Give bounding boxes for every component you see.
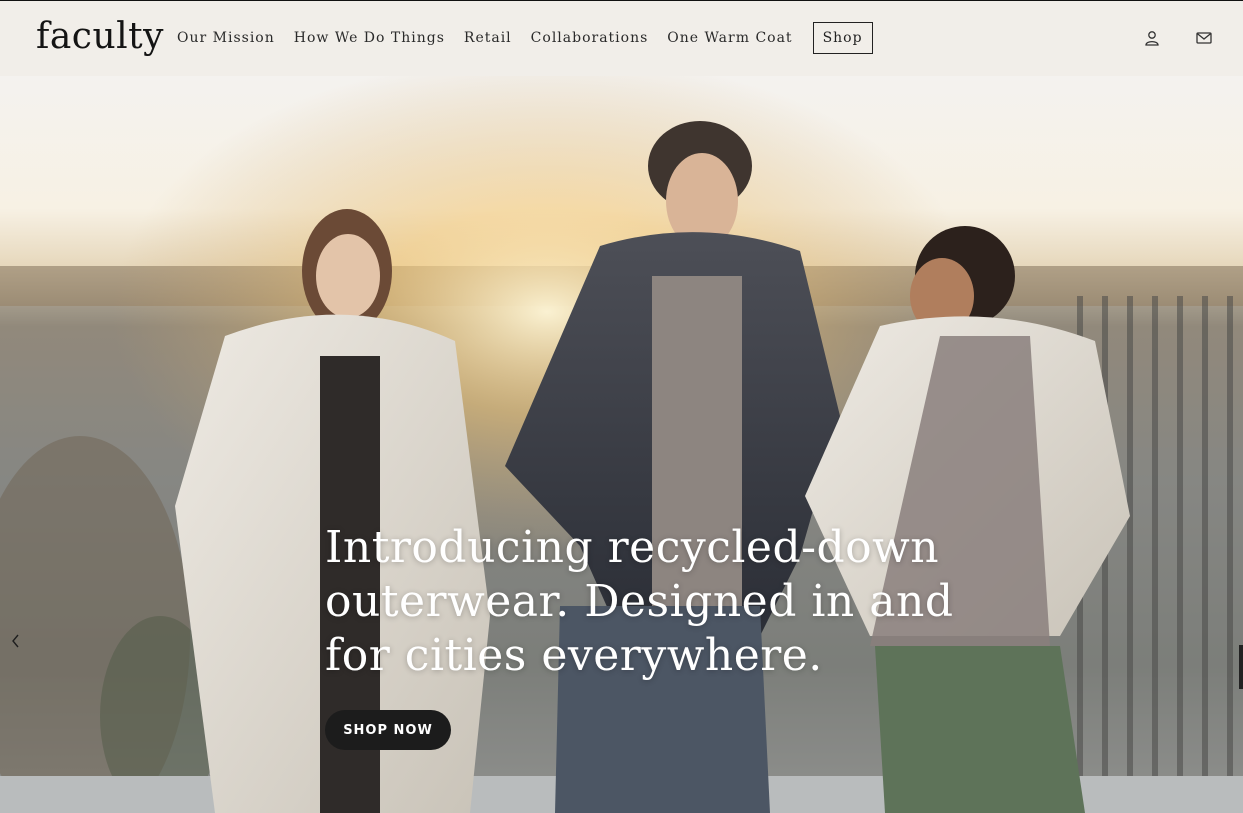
nav-retail[interactable]: Retail [464,30,512,46]
mail-icon[interactable] [1195,29,1213,47]
hero-headline-line: Introducing recycled-down [325,522,940,573]
side-tab[interactable] [1239,645,1243,689]
site-header: faculty Our Mission How We Do Things Ret… [0,1,1243,76]
nav-our-mission[interactable]: Our Mission [177,30,275,46]
nav-how-we-do-things[interactable]: How We Do Things [294,30,445,46]
hero-headline-line: outerwear. Designed in and [325,576,954,627]
nav-collaborations[interactable]: Collaborations [531,30,649,46]
user-icon[interactable] [1143,29,1161,47]
nav-one-warm-coat[interactable]: One Warm Coat [667,30,792,46]
main-nav: Our Mission How We Do Things Retail Coll… [177,21,873,55]
faculty-logo[interactable]: faculty [36,15,164,59]
chevron-left-icon[interactable] [8,630,22,652]
hero-headline-line: for cities everywhere. [325,630,823,681]
hero-banner: Introducing recycled-down outerwear. Des… [0,76,1243,813]
hero-headline: Introducing recycled-down outerwear. Des… [325,521,1005,683]
nav-shop-button[interactable]: Shop [812,22,873,54]
hero-photo [0,76,1243,813]
shop-now-button[interactable]: SHOP NOW [325,710,451,750]
